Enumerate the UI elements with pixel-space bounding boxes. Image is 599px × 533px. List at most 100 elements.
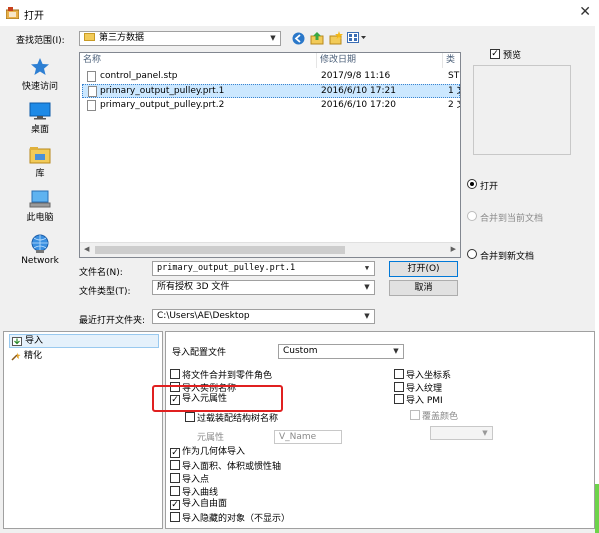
up-folder-icon[interactable] [310,31,324,45]
filetype-label: 文件类型(T): [79,287,131,297]
cancel-button[interactable]: 取消 [389,280,458,296]
checkbox[interactable] [394,394,404,404]
sidebar-label-computer: 此电脑 [26,213,54,223]
config-value: Custom [283,346,318,356]
chevron-down-icon[interactable]: ▼ [266,32,280,45]
title-bar: 打开 ✕ [0,0,599,26]
file-name: primary_output_pulley.prt.1 [100,86,225,96]
option-import-curves[interactable]: 导入曲线 [170,486,218,499]
option-import-area[interactable]: 导入面积、体积或惯性轴 [170,460,281,473]
highlight-annotation [152,385,283,412]
edge-accent [595,484,599,533]
radio-merge-current-label: 合并到当前文档 [480,214,544,224]
chevron-down-icon[interactable]: ▼ [360,310,374,323]
checkbox[interactable] [170,473,180,483]
file-row[interactable]: control_panel.stp 2017/9/8 11:16 ST [82,70,460,84]
option-import-points[interactable]: 导入点 [170,473,209,486]
filename-input[interactable]: primary_output_pulley.prt.1 ▼ [152,261,375,276]
option-import-coords[interactable]: 导入坐标系 [394,369,451,382]
filename-label: 文件名(N): [79,268,123,278]
checkbox[interactable] [185,412,195,422]
checkbox[interactable]: ✓ [170,500,180,510]
chevron-down-icon[interactable]: ▼ [389,345,403,358]
column-header-type[interactable]: 类 [443,53,460,68]
horizontal-scrollbar[interactable]: ◀ ▶ [80,242,460,257]
checkbox[interactable] [170,512,180,522]
option-label: 导入曲线 [182,488,219,498]
chevron-down-icon[interactable]: ▼ [360,281,374,294]
sidebar-label-library: 库 [35,169,45,179]
radio-open-label: 打开 [480,182,499,192]
preview-label: 预览 [503,51,522,61]
scroll-right-icon[interactable]: ▶ [451,245,456,253]
file-icon [87,71,96,82]
lookin-label: 查找范围(I): [16,36,65,46]
option-import-freeform[interactable]: ✓ 导入自由面 [170,499,227,510]
checkbox[interactable] [170,486,180,496]
option-import-hidden[interactable]: 导入隐藏的对象（不显示） [170,512,290,525]
computer-icon [29,190,51,208]
chevron-down-icon[interactable]: ▼ [360,262,374,275]
option-label: 将文件合并到零件角色 [182,371,273,381]
back-icon[interactable] [292,32,305,45]
option-override-color: 覆盖颜色 [410,410,458,423]
file-name: control_panel.stp [100,71,178,81]
sidebar-item-computer[interactable]: 此电脑 [6,190,74,223]
options-category-tree[interactable]: 导入 精化 [3,331,163,529]
filetype-select[interactable]: 所有授权 3D 文件 ▼ [152,280,375,295]
network-icon [31,234,49,253]
app-icon [6,7,19,19]
scroll-left-icon[interactable]: ◀ [84,245,89,253]
filename-value: primary_output_pulley.prt.1 [157,263,296,273]
import-icon [12,337,22,346]
sidebar-label-quick-access: 快速访问 [21,82,58,92]
new-folder-icon[interactable] [329,31,343,45]
attr-value: V_Name [279,432,317,442]
close-icon[interactable]: ✕ [579,4,591,20]
file-row-selected[interactable]: primary_output_pulley.prt.1 2016/6/10 17… [82,84,460,98]
file-list[interactable]: 名称 修改日期 类 control_panel.stp 2017/9/8 11:… [79,52,461,258]
sidebar-item-library[interactable]: 库 [6,146,74,179]
file-date: 2017/9/8 11:16 [321,71,391,81]
radio-merge-new[interactable] [467,249,477,259]
option-overload-tree[interactable]: 过载装配结构树名称 [185,412,278,425]
preview-checkbox[interactable]: ✓ [490,49,500,59]
checkbox[interactable] [394,382,404,392]
desktop-icon [29,102,51,120]
option-label: 导入点 [182,475,210,485]
checkbox[interactable] [394,369,404,379]
file-row[interactable]: primary_output_pulley.prt.2 2016/6/10 17… [82,99,460,113]
checkbox [410,410,420,420]
checkbox[interactable] [170,369,180,379]
window-title: 打开 [24,11,44,22]
config-select[interactable]: Custom ▼ [278,344,404,359]
scroll-thumb[interactable] [95,246,345,254]
recent-select[interactable]: C:\Users\AE\Desktop ▼ [152,309,375,324]
file-date: 2016/6/10 17:21 [321,86,396,96]
tree-item-refine[interactable]: 精化 [9,350,42,364]
sidebar-item-desktop[interactable]: 桌面 [6,102,74,135]
option-as-geometry[interactable]: ✓ 作为几何体导入 [170,447,245,458]
attr-input: V_Name [274,430,342,444]
checkbox[interactable]: ✓ [170,448,180,458]
column-header-name[interactable]: 名称 [80,53,317,68]
color-select: ▼ [430,426,493,440]
option-merge-part[interactable]: 将文件合并到零件角色 [170,369,272,382]
column-header-date[interactable]: 修改日期 [317,53,443,68]
option-label: 作为几何体导入 [182,447,246,457]
radio-open[interactable] [467,179,477,189]
lookin-combo[interactable]: 第三方数据 ▼ [79,31,281,46]
file-date: 2016/6/10 17:20 [321,100,396,110]
checkbox[interactable] [170,460,180,470]
lookin-value: 第三方数据 [99,33,145,43]
file-type: 1 文 [448,86,460,96]
sidebar-item-network[interactable]: Network [6,234,74,266]
option-import-pmi[interactable]: 导入 PMI [394,394,443,407]
tree-item-import[interactable]: 导入 [9,334,159,348]
option-label: 导入自由面 [182,499,228,509]
open-button[interactable]: 打开(O) [389,261,458,277]
option-label: 导入纹理 [406,384,443,394]
view-menu-icon[interactable] [347,32,367,44]
option-label: 覆盖颜色 [422,412,459,422]
sidebar-item-quick-access[interactable]: 快速访问 [6,57,74,92]
